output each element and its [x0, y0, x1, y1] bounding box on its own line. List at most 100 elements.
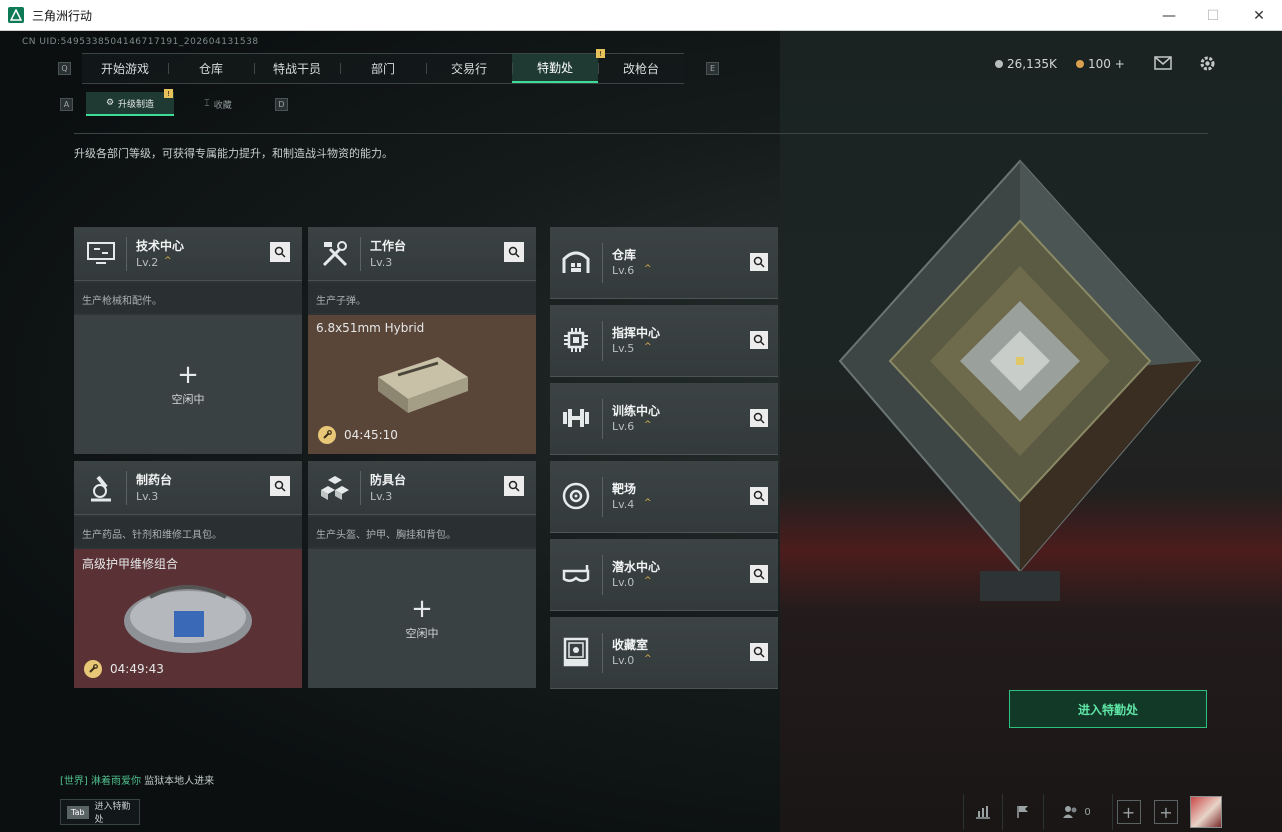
- facility-collection-room[interactable]: 收藏室 Lv.0 ^: [550, 617, 778, 689]
- tools-icon: [317, 236, 353, 272]
- friends-button[interactable]: 0: [1043, 794, 1109, 830]
- facility-level: Lv.6: [612, 420, 635, 433]
- timer-text: 04:49:43: [110, 662, 164, 676]
- mail-icon[interactable]: [1154, 56, 1172, 70]
- crafting-card-pharmacy[interactable]: 制药台 Lv.3 生产药品、针剂和维修工具包。 高级护甲维修组合 04:49:4…: [74, 461, 302, 688]
- tab-operators[interactable]: 特战干员: [254, 54, 340, 83]
- subtab-upgrade-craft[interactable]: ⚙ 升级制造: [86, 92, 174, 116]
- search-icon[interactable]: [270, 476, 290, 496]
- card-level: Lv.3: [370, 256, 393, 269]
- target-icon: [558, 478, 594, 514]
- production-slot[interactable]: 6.8x51mm Hybrid 04:45:10: [308, 315, 536, 454]
- nav-next-key-hint: E: [706, 62, 719, 75]
- tab-special-ops[interactable]: 特勤处: [512, 54, 598, 83]
- tab-gunsmith[interactable]: 改枪台: [598, 54, 684, 83]
- tab-department[interactable]: 部门: [340, 54, 426, 83]
- facility-level: Lv.6: [612, 264, 635, 277]
- search-icon[interactable]: [270, 242, 290, 262]
- user-id-label: CN UID:5495338504146717191_202604131538: [22, 37, 259, 47]
- ticket-amount: 100 +: [1088, 57, 1125, 71]
- tab-warehouse[interactable]: 仓库: [168, 54, 254, 83]
- crafting-card-armor-bench[interactable]: 防具台 Lv.3 生产头盔、护甲、胸挂和背包。 + 空闲中: [308, 461, 536, 688]
- chat-message: 监狱本地人进来: [144, 776, 215, 787]
- tab-start-game[interactable]: 开始游戏: [82, 54, 168, 83]
- search-icon[interactable]: [750, 409, 768, 427]
- search-icon[interactable]: [750, 643, 768, 661]
- crafting-card-tech-center[interactable]: 技术中心 Lv.2 ^ 生产枪械和配件。 + 空闲中: [74, 227, 302, 454]
- nav-prev-key-hint: Q: [58, 62, 71, 75]
- add-icon: +: [1116, 800, 1141, 824]
- warehouse-icon: [558, 244, 594, 280]
- search-icon[interactable]: [750, 253, 768, 271]
- card-subtitle: 生产药品、针剂和维修工具包。: [74, 517, 302, 547]
- search-icon[interactable]: [750, 487, 768, 505]
- minimize-button[interactable]: —: [1146, 0, 1192, 31]
- tab-hint-button[interactable]: Tab 进入特勤处: [60, 799, 140, 825]
- divider: [74, 133, 1208, 134]
- player-avatar[interactable]: [1189, 794, 1223, 830]
- computer-icon: [83, 236, 119, 272]
- facility-shooting-range[interactable]: 靶场 Lv.4 ^: [550, 461, 778, 533]
- card-subtitle: 生产枪械和配件。: [74, 283, 302, 313]
- blocks-icon: [317, 470, 353, 506]
- main-nav: 开始游戏 仓库 特战干员 部门 交易行 特勤处 改枪台: [82, 53, 684, 84]
- app-logo-icon: [8, 7, 24, 23]
- sub-nav: ⚙ 升级制造 ⌶ 收藏: [86, 92, 262, 116]
- subtab-collection[interactable]: ⌶ 收藏: [174, 92, 262, 116]
- friends-icon: [1063, 806, 1077, 818]
- facility-level: Lv.5: [612, 342, 635, 355]
- tab-trading[interactable]: 交易行: [426, 54, 512, 83]
- search-icon[interactable]: [750, 565, 768, 583]
- coin-amount: 26,135K: [1007, 57, 1057, 71]
- subtab-label: 收藏: [213, 100, 232, 111]
- facility-command-center[interactable]: 指挥中心 Lv.5 ^: [550, 305, 778, 377]
- upgrade-chevron-icon: ^: [644, 264, 652, 274]
- add-slot-button[interactable]: +: [1112, 794, 1144, 830]
- upgrade-chevron-icon: ^: [644, 342, 652, 352]
- window-titlebar: 三角洲行动 — ☐ ✕: [0, 0, 1282, 31]
- upgrade-chevron-icon: ^: [644, 654, 652, 664]
- ticket-balance[interactable]: 100 +: [1076, 57, 1125, 71]
- upgrade-chevron-icon: ^: [644, 498, 652, 508]
- chat-user: 淋着雨爱你: [91, 776, 141, 787]
- chat-line[interactable]: [世界] 淋着雨爱你 监狱本地人进来: [60, 772, 214, 787]
- search-icon[interactable]: [750, 331, 768, 349]
- subnav-prev-key-hint: A: [60, 98, 73, 111]
- settings-gear-icon[interactable]: [1199, 55, 1216, 72]
- special-ops-cube-illustration: [830, 151, 1210, 601]
- upgrade-chevron-icon: ^: [164, 256, 172, 266]
- upgrade-chevron-icon: ^: [644, 420, 652, 430]
- facility-name: 仓库: [612, 248, 637, 262]
- facility-level: Lv.0: [612, 654, 635, 667]
- search-icon[interactable]: [504, 476, 524, 496]
- facility-warehouse[interactable]: 仓库 Lv.6 ^: [550, 227, 778, 299]
- add-slot-button[interactable]: +: [1150, 794, 1182, 830]
- card-name: 工作台: [370, 239, 407, 253]
- tab-key: Tab: [67, 805, 89, 819]
- coin-icon: [995, 60, 1003, 68]
- facility-training-center[interactable]: 训练中心 Lv.6 ^: [550, 383, 778, 455]
- crafting-card-workbench[interactable]: 工作台 Lv.3 生产子弹。 6.8x51mm Hybrid 04:45:10: [308, 227, 536, 454]
- facility-name: 收藏室: [612, 638, 649, 652]
- ticket-icon: [1076, 60, 1084, 68]
- enter-special-ops-button[interactable]: 进入特勤处: [1009, 690, 1207, 728]
- close-button[interactable]: ✕: [1236, 0, 1282, 31]
- search-icon[interactable]: [504, 242, 524, 262]
- production-slot[interactable]: 高级护甲维修组合 04:49:43: [74, 549, 302, 688]
- product-name: 高级护甲维修组合: [82, 557, 179, 571]
- card-subtitle: 生产子弹。: [308, 283, 536, 313]
- avatar: [1190, 796, 1222, 828]
- idle-label: 空闲中: [405, 626, 439, 640]
- idle-slot[interactable]: + 空闲中: [308, 549, 536, 688]
- maximize-button[interactable]: ☐: [1190, 0, 1236, 31]
- stats-icon[interactable]: [963, 794, 1001, 830]
- page-description: 升级各部门等级，可获得专属能力提升，和制造战斗物资的能力。: [74, 147, 393, 160]
- facility-level: Lv.0: [612, 576, 635, 589]
- facility-diving-center[interactable]: 潜水中心 Lv.0 ^: [550, 539, 778, 611]
- card-level: Lv.3: [370, 490, 393, 503]
- flag-icon[interactable]: [1002, 794, 1042, 830]
- idle-slot[interactable]: + 空闲中: [74, 315, 302, 454]
- notification-badge: !: [596, 49, 605, 58]
- tab-hint-label: 进入特勤处: [94, 802, 131, 825]
- coin-balance[interactable]: 26,135K: [995, 57, 1057, 71]
